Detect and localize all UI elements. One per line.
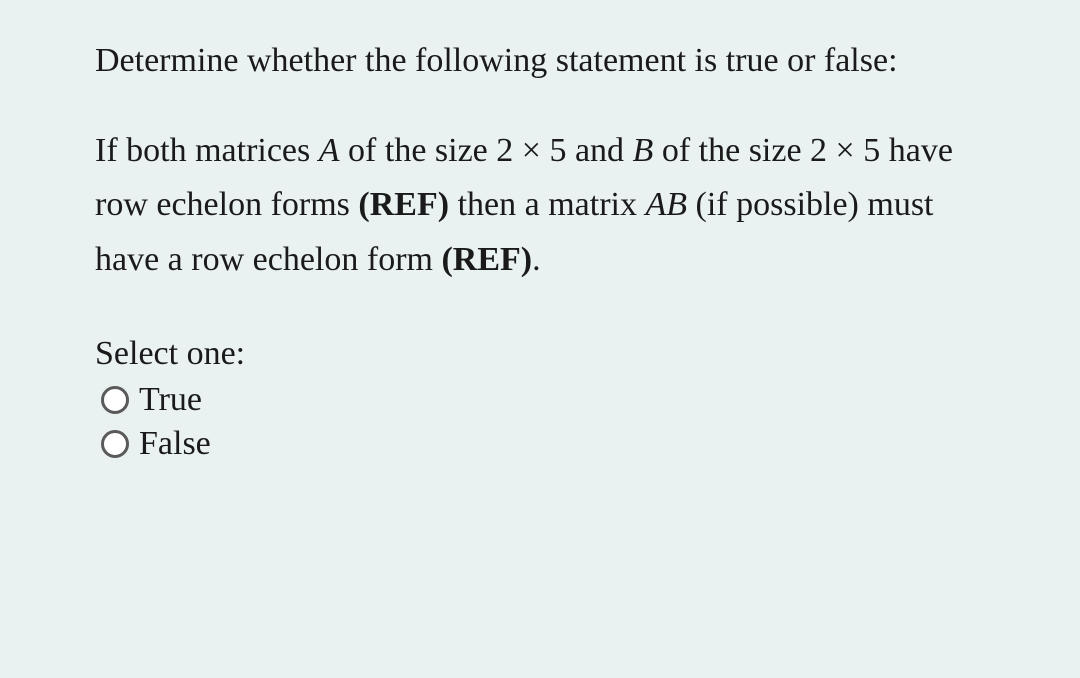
math-variable-b: B: [633, 132, 654, 169]
question-text-part: and: [566, 132, 632, 169]
ref-bold: (REF): [441, 241, 532, 278]
math-variable-a: A: [319, 132, 340, 169]
question-text-part: .: [532, 241, 541, 278]
radio-false[interactable]: [101, 430, 129, 458]
option-true-label: True: [139, 381, 202, 419]
option-false-label: False: [139, 425, 211, 463]
select-section: Select one: True False: [95, 335, 995, 463]
question-text-part: of the size: [340, 132, 497, 169]
option-false[interactable]: False: [101, 425, 995, 463]
question-body: If both matrices A of the size 2 × 5 and…: [95, 124, 995, 287]
option-true[interactable]: True: [101, 381, 995, 419]
radio-true[interactable]: [101, 386, 129, 414]
ref-bold: (REF): [358, 186, 449, 223]
question-text-part: then a matrix: [449, 186, 645, 223]
question-prompt: Determine whether the following statemen…: [95, 35, 995, 86]
select-label: Select one:: [95, 335, 995, 373]
math-variable-ab: AB: [645, 186, 687, 223]
question-text-part: of the size: [653, 132, 810, 169]
math-size-a: 2 × 5: [496, 132, 566, 169]
question-text-part: If both matrices: [95, 132, 319, 169]
math-size-b: 2 × 5: [810, 132, 880, 169]
